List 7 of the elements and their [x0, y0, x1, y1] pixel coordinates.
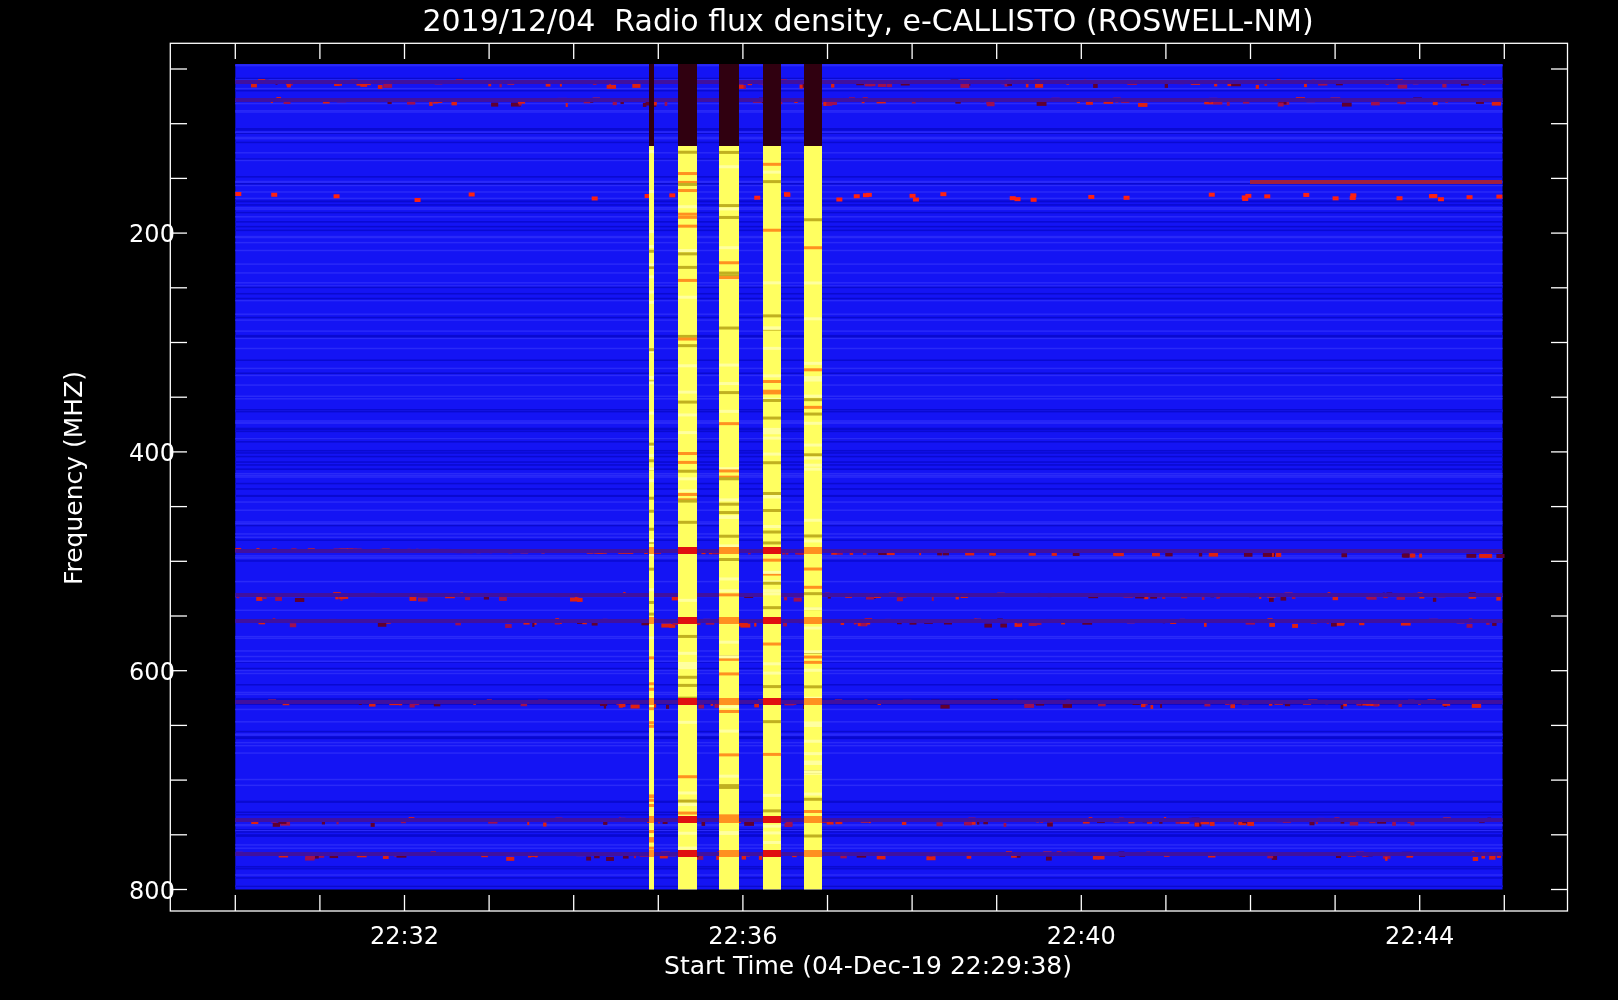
x-tick-label: 22:44 — [1385, 922, 1455, 950]
x-tick-label: 22:40 — [1046, 922, 1116, 950]
chart-title: 2019/12/04 Radio flux density, e-CALLISTO (ROSWELL-NM) — [422, 3, 1314, 38]
x-axis-label: Start Time (04-Dec-19 22:29:38) — [664, 951, 1072, 980]
x-tick-label: 22:32 — [369, 922, 440, 950]
x-tick-label: 22:36 — [708, 922, 778, 950]
y-axis-label: Frequency (MHZ) — [59, 370, 88, 586]
